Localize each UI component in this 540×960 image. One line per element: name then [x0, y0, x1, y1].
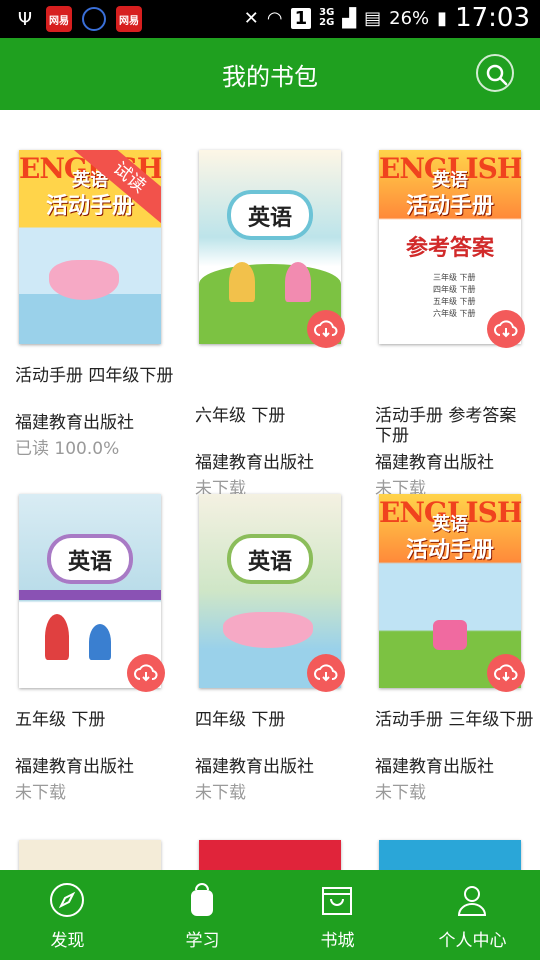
tab-label: 学习 — [185, 931, 220, 951]
usb-icon: Ψ — [17, 8, 33, 30]
search-button[interactable] — [476, 54, 514, 92]
netease-app-icon-2: 网易 — [116, 6, 142, 32]
download-button[interactable] — [127, 654, 165, 692]
duck-illustration — [49, 260, 119, 300]
download-button[interactable] — [487, 654, 525, 692]
book-title: 五年级 下册 — [15, 710, 106, 730]
signal-icon: ▟ — [342, 7, 357, 29]
book-cover-partial[interactable] — [379, 840, 521, 870]
sd-card-icon: ▤ — [364, 7, 382, 29]
book-title: 活动手册 三年级下册 — [375, 710, 534, 730]
kids-illustration — [229, 262, 255, 302]
status-left: Ψ 网易 网易 — [14, 6, 142, 32]
sim-indicator: 1 — [290, 7, 312, 29]
book-card[interactable]: ENGLISH 英语 活动手册 活动手册 三年级下册 福建教育出版社 未下载 — [375, 494, 540, 814]
kids-illustration — [45, 614, 69, 660]
book-card[interactable]: 英语 六年级 下册 福建教育出版社 未下载 — [195, 150, 365, 499]
tab-study[interactable]: 学习 — [135, 870, 270, 960]
book-title: 活动手册 参考答案 下册 — [375, 406, 517, 446]
battery-text: 26% — [389, 7, 430, 29]
battery-icon: ▮ — [437, 7, 448, 29]
cover-answer-title: 参考答案 — [405, 235, 494, 261]
mute-icon: ✕ — [243, 7, 259, 29]
book-cover-partial[interactable] — [19, 840, 161, 870]
book-publisher: 福建教育出版社 — [375, 757, 494, 777]
book-title: 六年级 下册 — [195, 406, 286, 426]
download-button[interactable] — [487, 310, 525, 348]
cover-title: 英语 — [247, 205, 292, 231]
book-status: 未下载 — [195, 783, 246, 803]
book-card[interactable]: ENGLISH 英语 活动手册 参考答案 三年级 下册 四年级 下册 五年级 下… — [375, 150, 540, 499]
tab-label: 发现 — [50, 931, 85, 951]
cloud-download-icon — [314, 664, 338, 682]
book-publisher: 福建教育出版社 — [195, 757, 314, 777]
header-bar: 我的书包 — [0, 38, 540, 110]
book-cover[interactable]: ENGLISH 英语 活动手册 试读 — [19, 150, 161, 344]
book-status: 已读 100.0% — [15, 439, 120, 459]
duck-illustration — [223, 612, 313, 648]
bottom-tab-bar: 发现 学习 书城 个人中心 — [0, 870, 540, 960]
compass-icon — [50, 883, 84, 917]
store-icon — [322, 887, 352, 915]
book-status: 未下载 — [15, 783, 66, 803]
cover-title: 英语 — [247, 549, 292, 575]
wifi-icon: ◠ — [266, 7, 283, 29]
tab-bookstore[interactable]: 书城 — [270, 870, 405, 960]
search-icon — [486, 64, 508, 86]
headset-icon — [82, 7, 106, 31]
cover-subtitle: 活动手册 — [405, 193, 494, 219]
book-status: 未下载 — [375, 783, 426, 803]
cover-grade-list: 三年级 下册 四年级 下册 五年级 下册 六年级 下册 — [433, 273, 476, 318]
cloud-download-icon — [494, 664, 518, 682]
status-bar: Ψ 网易 网易 ✕ ◠ 1 3G 2G ▟ ▤ 26% ▮ 17:03 — [0, 0, 540, 38]
tab-label: 个人中心 — [438, 931, 507, 951]
book-cover-partial[interactable] — [199, 840, 341, 870]
book-title: 四年级 下册 — [195, 710, 286, 730]
tab-label: 书城 — [320, 931, 355, 951]
cake-illustration — [433, 620, 467, 650]
download-button[interactable] — [307, 310, 345, 348]
book-card[interactable]: ENGLISH 英语 活动手册 试读 活动手册 四年级下册 福建教育出版社 已读… — [15, 150, 185, 470]
cover-subtitle: 活动手册 — [405, 537, 494, 563]
book-publisher: 福建教育出版社 — [195, 453, 314, 473]
cloud-download-icon — [134, 664, 158, 682]
cloud-download-icon — [314, 320, 338, 338]
page-title: 我的书包 — [222, 63, 318, 91]
book-card[interactable]: 英语 五年级 下册 福建教育出版社 未下载 — [15, 494, 185, 814]
person-icon — [457, 886, 487, 916]
backpack-icon — [191, 883, 213, 916]
book-publisher: 福建教育出版社 — [15, 413, 134, 433]
network-indicator: 3G 2G — [319, 7, 335, 28]
download-button[interactable] — [307, 654, 345, 692]
clock: 17:03 — [455, 3, 530, 33]
book-publisher: 福建教育出版社 — [15, 757, 134, 777]
cloud-download-icon — [494, 320, 518, 338]
book-title: 活动手册 四年级下册 — [15, 366, 174, 386]
tab-discover[interactable]: 发现 — [0, 870, 135, 960]
cover-title: 英语 — [67, 549, 112, 575]
tab-profile[interactable]: 个人中心 — [405, 870, 540, 960]
bookshelf-grid: ENGLISH 英语 活动手册 试读 活动手册 四年级下册 福建教育出版社 已读… — [0, 110, 540, 870]
book-publisher: 福建教育出版社 — [375, 453, 494, 473]
netease-app-icon: 网易 — [46, 6, 72, 32]
book-card[interactable]: 英语 四年级 下册 福建教育出版社 未下载 — [195, 494, 365, 814]
status-right: ✕ ◠ 1 3G 2G ▟ ▤ 26% ▮ 17:03 — [244, 3, 530, 33]
